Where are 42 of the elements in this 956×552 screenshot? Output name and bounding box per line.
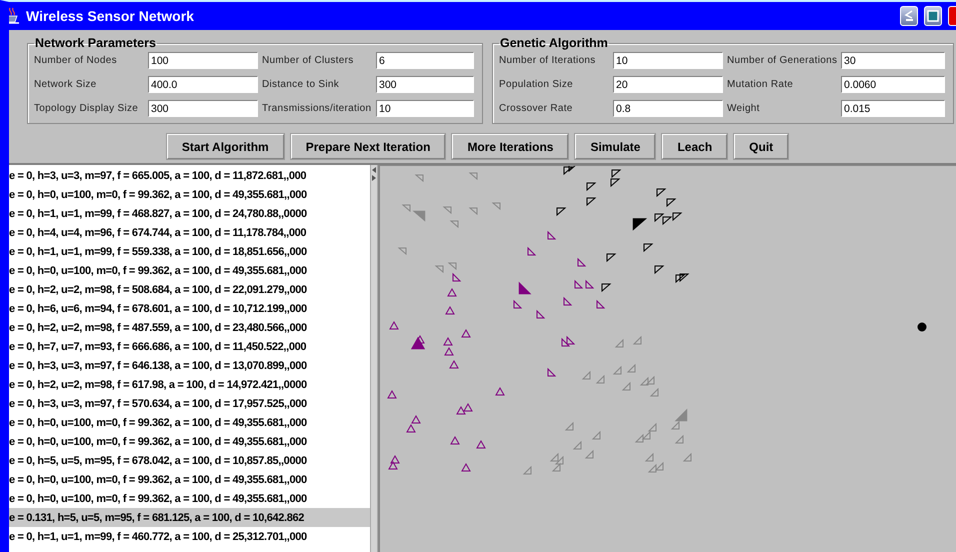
input-field[interactable]: 300 [148,100,258,117]
close-button[interactable] [948,6,956,26]
action-button[interactable]: Start Algorithm [166,134,284,159]
sink-node-icon [918,322,926,332]
minimize-button[interactable] [900,6,918,26]
field-label: Network Size [34,79,98,90]
action-button[interactable]: Leach [662,134,728,159]
action-button[interactable]: Quit [734,134,788,159]
field-label: Population Size [499,79,574,90]
arrow-right-icon [372,175,376,181]
input-field[interactable]: 400.0 [148,76,258,93]
action-button[interactable]: Prepare Next Iteration [290,134,446,159]
input-field[interactable]: 30 [841,52,945,69]
input-field[interactable]: 20 [613,76,723,93]
field-label: Number of Iterations [499,55,597,66]
input-field[interactable]: 10 [376,100,474,117]
maximize-icon [927,10,939,22]
group-title: Genetic Algorithm [499,36,609,50]
input-field[interactable]: 0.8 [613,100,723,117]
result-row[interactable]: e = 0.131, h=5, u=5, m=95, f = 681.125, a = 100, d = 10,642.862 [9,508,370,527]
input-field[interactable]: 10 [613,52,723,69]
window-title: Wireless Sensor Network [26,8,195,24]
field-label: Distance to Sink [262,79,340,90]
field-label: Crossover Rate [499,103,574,114]
field-label: Number of Clusters [262,55,355,66]
field-label: Weight [727,103,761,114]
input-field[interactable]: 100 [148,52,258,69]
action-button[interactable]: More Iterations [452,134,568,159]
input-field[interactable]: 300 [376,76,474,93]
input-field[interactable]: 6 [376,52,474,69]
field-label: Number of Generations [727,55,837,66]
action-button[interactable]: Simulate [575,134,656,159]
field-label: Transmissions/iteration [262,103,372,114]
minimize-icon [904,10,914,22]
input-field[interactable]: 0.015 [841,100,945,117]
field-label: Number of Nodes [34,55,118,66]
group-title: Network Parameters [34,36,157,50]
field-label: Topology Display Size [34,103,140,114]
maximize-button[interactable] [924,6,942,26]
field-label: Mutation Rate [727,79,794,90]
arrow-left-icon [372,167,376,173]
input-field[interactable]: 0.0060 [841,76,945,93]
